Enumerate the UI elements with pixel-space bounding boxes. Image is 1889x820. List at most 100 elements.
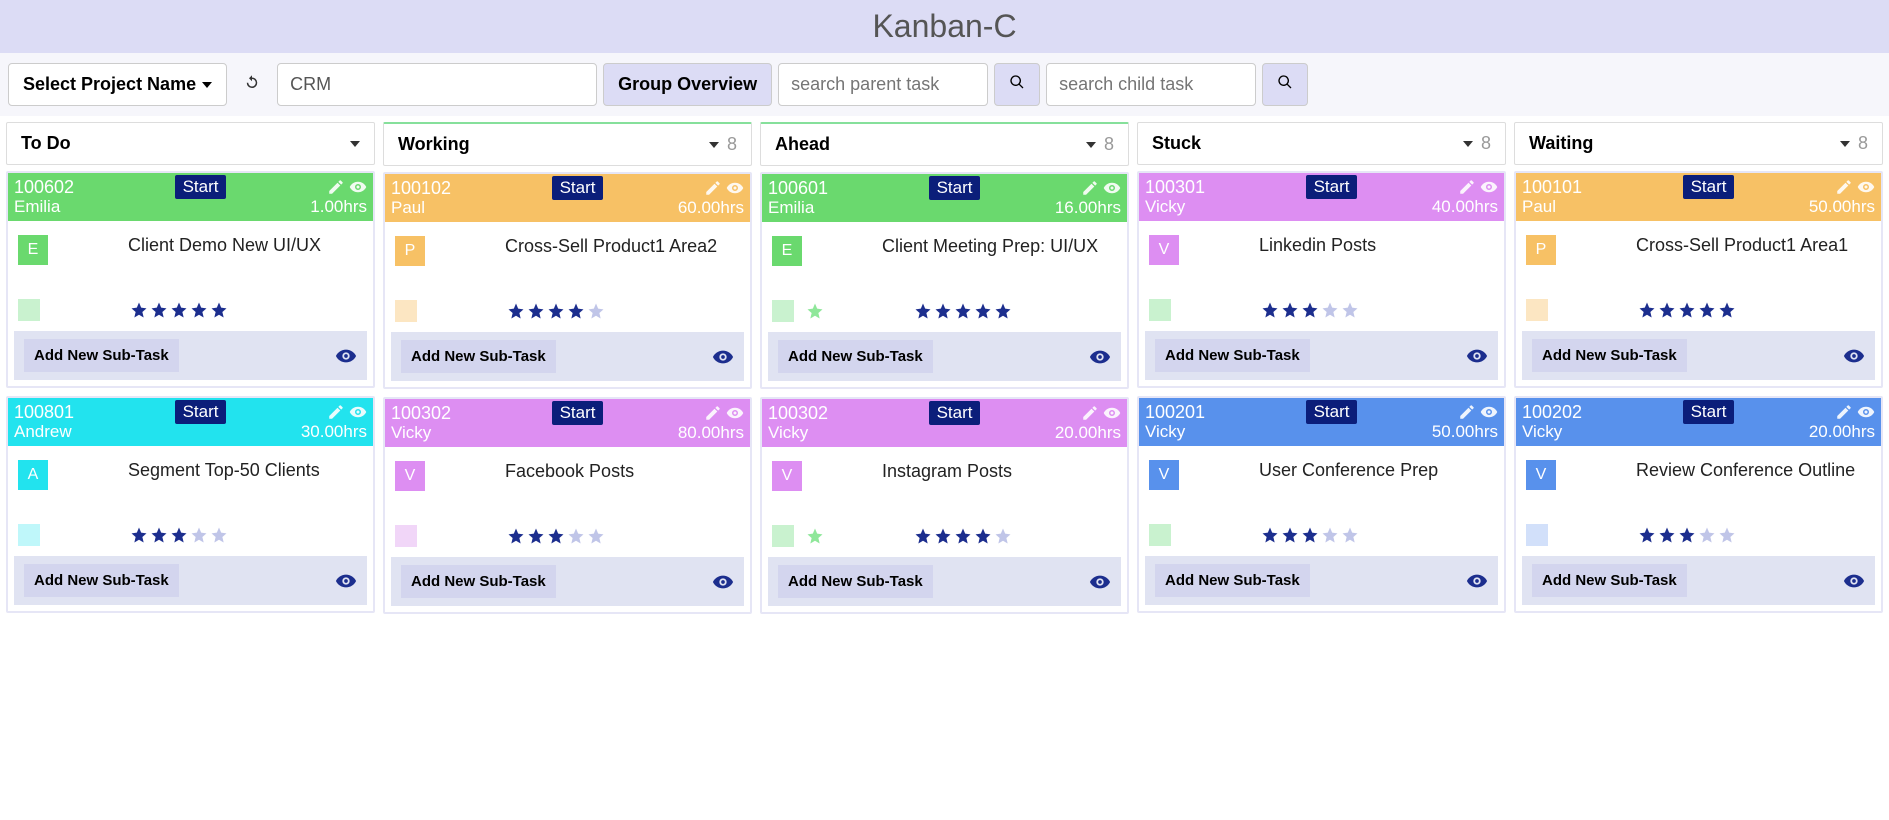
card-owner: Emilia (768, 198, 814, 218)
eye-icon[interactable] (1843, 345, 1865, 367)
column-header[interactable]: To Do (6, 122, 375, 165)
rating-row (1139, 299, 1504, 331)
star-icon (806, 527, 824, 545)
column-header[interactable]: Working 8 (383, 122, 752, 166)
start-badge[interactable]: Start (1306, 175, 1358, 199)
eye-icon[interactable] (726, 404, 744, 422)
eye-icon[interactable] (1103, 404, 1121, 422)
add-subtask-button[interactable]: Add New Sub-Task (1532, 564, 1687, 597)
add-subtask-button[interactable]: Add New Sub-Task (24, 564, 179, 597)
star-icon (1321, 526, 1339, 544)
pencil-icon[interactable] (704, 179, 722, 197)
eye-icon[interactable] (1480, 403, 1498, 421)
eye-icon[interactable] (1843, 570, 1865, 592)
pencil-icon[interactable] (1081, 404, 1099, 422)
card-footer: Add New Sub-Task (1522, 331, 1875, 380)
toolbar: Select Project Name Group Overview (0, 53, 1889, 116)
add-subtask-button[interactable]: Add New Sub-Task (1155, 564, 1310, 597)
kanban-card[interactable]: 100202 Start Vicky 20.00hrs V Review Con… (1514, 396, 1883, 613)
add-subtask-button[interactable]: Add New Sub-Task (778, 340, 933, 373)
search-parent-input[interactable] (778, 63, 988, 106)
start-badge[interactable]: Start (552, 401, 604, 425)
pencil-icon[interactable] (704, 404, 722, 422)
group-overview-button[interactable]: Group Overview (603, 63, 772, 106)
pencil-icon[interactable] (1458, 403, 1476, 421)
eye-icon[interactable] (1089, 346, 1111, 368)
star-rating (1638, 301, 1736, 319)
pencil-icon[interactable] (1458, 178, 1476, 196)
add-subtask-button[interactable]: Add New Sub-Task (401, 340, 556, 373)
start-badge[interactable]: Start (175, 400, 227, 424)
card-body: V User Conference Prep (1139, 446, 1504, 524)
kanban-card[interactable]: 100801 Start Andrew 30.00hrs A Segment T… (6, 396, 375, 613)
kanban-card[interactable]: 100201 Start Vicky 50.00hrs V User Confe… (1137, 396, 1506, 613)
star-icon (1638, 301, 1656, 319)
kanban-card[interactable]: 100601 Start Emilia 16.00hrs E Client Me… (760, 172, 1129, 389)
start-badge[interactable]: Start (552, 176, 604, 200)
column-header[interactable]: Stuck 8 (1137, 122, 1506, 165)
card-hours: 80.00hrs (678, 423, 744, 443)
project-selector[interactable]: Select Project Name (8, 63, 227, 106)
column-title: Waiting (1529, 133, 1593, 154)
star-icon (1261, 526, 1279, 544)
column-title: To Do (21, 133, 71, 154)
star-icon (150, 301, 168, 319)
start-badge[interactable]: Start (929, 176, 981, 200)
kanban-card[interactable]: 100101 Start Paul 50.00hrs P Cross-Sell … (1514, 171, 1883, 388)
pencil-icon[interactable] (327, 178, 345, 196)
start-badge[interactable]: Start (929, 401, 981, 425)
eye-icon[interactable] (1857, 178, 1875, 196)
eye-icon[interactable] (349, 403, 367, 421)
eye-icon[interactable] (1103, 179, 1121, 197)
search-child-input[interactable] (1046, 63, 1256, 106)
start-badge[interactable]: Start (1306, 400, 1358, 424)
kanban-card[interactable]: 100602 Start Emilia 1.00hrs E Client Dem… (6, 171, 375, 388)
eye-icon[interactable] (712, 571, 734, 593)
eye-icon[interactable] (335, 345, 357, 367)
project-name-input[interactable] (277, 63, 597, 106)
add-subtask-button[interactable]: Add New Sub-Task (1155, 339, 1310, 372)
eye-icon[interactable] (1480, 178, 1498, 196)
column-header[interactable]: Ahead 8 (760, 122, 1129, 166)
start-badge[interactable]: Start (1683, 400, 1735, 424)
pencil-icon[interactable] (1835, 403, 1853, 421)
card-header: 100102 Start Paul 60.00hrs (385, 174, 750, 222)
rating-row (8, 524, 373, 556)
search-parent-button[interactable] (994, 63, 1040, 106)
eye-icon[interactable] (1466, 345, 1488, 367)
start-badge[interactable]: Start (175, 175, 227, 199)
kanban-card[interactable]: 100302 Start Vicky 80.00hrs V Facebook P… (383, 397, 752, 614)
eye-icon[interactable] (335, 570, 357, 592)
card-header: 100602 Start Emilia 1.00hrs (8, 173, 373, 221)
eye-icon[interactable] (726, 179, 744, 197)
card-header: 100801 Start Andrew 30.00hrs (8, 398, 373, 446)
pencil-icon[interactable] (327, 403, 345, 421)
column-count: 8 (727, 134, 737, 155)
add-subtask-button[interactable]: Add New Sub-Task (401, 565, 556, 598)
card-hours: 50.00hrs (1809, 197, 1875, 217)
kanban-card[interactable]: 100301 Start Vicky 40.00hrs V Linkedin P… (1137, 171, 1506, 388)
add-subtask-button[interactable]: Add New Sub-Task (778, 565, 933, 598)
avatar: A (18, 460, 48, 490)
column-header[interactable]: Waiting 8 (1514, 122, 1883, 165)
eye-icon[interactable] (349, 178, 367, 196)
kanban-card[interactable]: 100102 Start Paul 60.00hrs P Cross-Sell … (383, 172, 752, 389)
eye-icon[interactable] (712, 346, 734, 368)
app-title: Kanban-C (0, 0, 1889, 53)
status-chip (395, 525, 417, 547)
add-subtask-button[interactable]: Add New Sub-Task (1532, 339, 1687, 372)
add-subtask-button[interactable]: Add New Sub-Task (24, 339, 179, 372)
eye-icon[interactable] (1089, 571, 1111, 593)
pencil-icon[interactable] (1835, 178, 1853, 196)
refresh-button[interactable] (233, 63, 271, 106)
star-icon (170, 526, 188, 544)
eye-icon[interactable] (1857, 403, 1875, 421)
star-icon (994, 302, 1012, 320)
rating-row (1516, 299, 1881, 331)
search-child-button[interactable] (1262, 63, 1308, 106)
pencil-icon[interactable] (1081, 179, 1099, 197)
eye-icon[interactable] (1466, 570, 1488, 592)
kanban-card[interactable]: 100302 Start Vicky 20.00hrs V Instagram … (760, 397, 1129, 614)
card-hours: 40.00hrs (1432, 197, 1498, 217)
start-badge[interactable]: Start (1683, 175, 1735, 199)
